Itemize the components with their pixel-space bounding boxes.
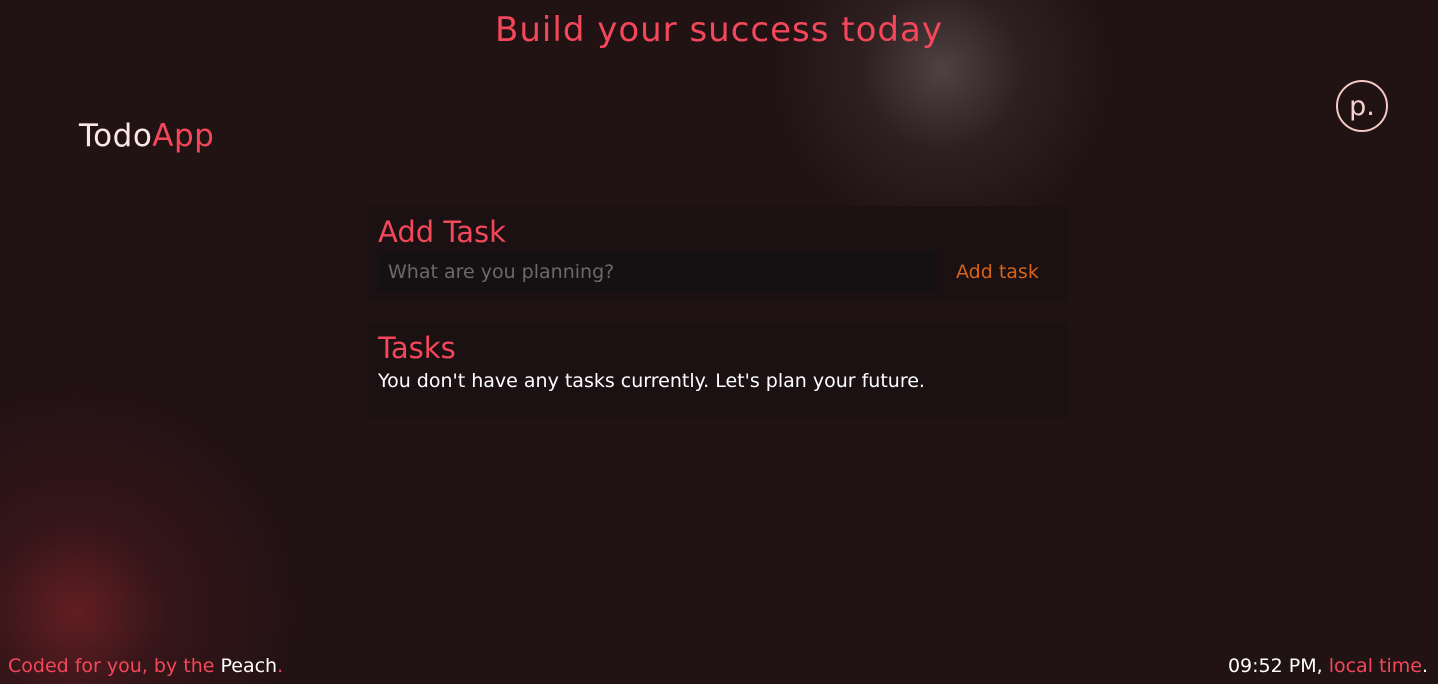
add-task-panel: Add Task Add task <box>368 206 1068 302</box>
add-task-button[interactable]: Add task <box>956 261 1039 283</box>
tasks-title: Tasks <box>378 331 456 365</box>
local-time-value: 09:52 PM <box>1227 655 1317 677</box>
credit-author-link[interactable]: Peach <box>220 655 277 677</box>
add-task-row: Add task <box>378 250 1058 293</box>
empty-tasks-message: You don't have any tasks currently. Let'… <box>378 370 925 392</box>
add-task-title: Add Task <box>378 215 506 249</box>
footer-credit: Coded for you, by the Peach. <box>8 655 283 677</box>
credit-prefix: Coded for you, by the <box>8 655 221 677</box>
footer-clock: 09:52 PM, local time. <box>1228 655 1428 677</box>
logo-text-app: App <box>152 118 215 154</box>
page-headline: Build your success today <box>495 10 943 50</box>
app-logo[interactable]: TodoApp <box>79 118 214 154</box>
time-suffix: . <box>1421 655 1428 677</box>
time-separator: , <box>1316 655 1329 677</box>
tasks-panel: Tasks You don't have any tasks currently… <box>368 322 1068 418</box>
credit-suffix: . <box>277 655 284 677</box>
local-time-label: local time <box>1328 655 1422 677</box>
task-input[interactable] <box>378 250 937 293</box>
logo-text-todo: Todo <box>79 118 153 154</box>
user-avatar[interactable]: p. <box>1336 80 1388 132</box>
